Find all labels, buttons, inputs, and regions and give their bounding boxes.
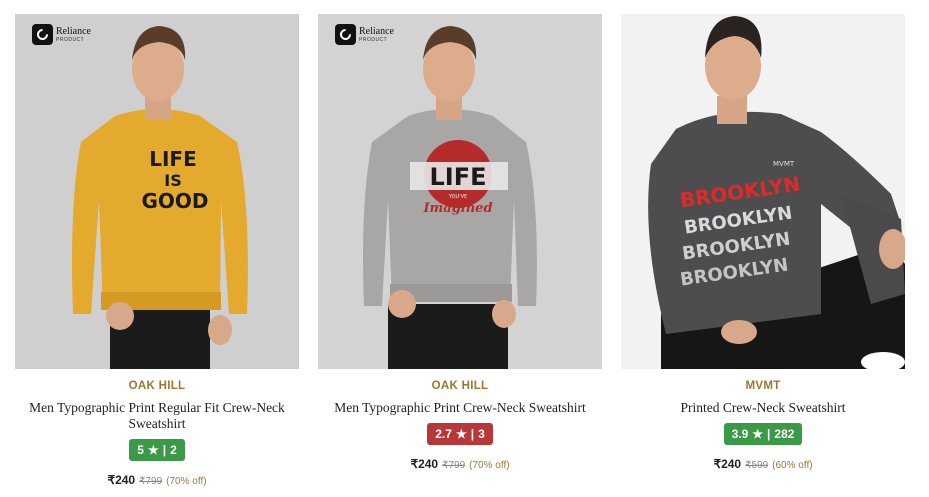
sale-price: ₹240 — [107, 473, 136, 487]
product-photo: MVMT BROOKLYN BROOKLYN BROOKLYN BROOKLYN — [621, 14, 905, 369]
price-row: ₹240 ₹799 (70% off) — [410, 457, 509, 471]
product-image[interactable]: LIFE IS GOOD Reliance PRODUCT — [15, 14, 299, 369]
review-count: 2 — [170, 443, 177, 457]
review-count: 282 — [774, 427, 795, 441]
svg-text:YOU'VE: YOU'VE — [448, 194, 467, 200]
svg-text:GOOD: GOOD — [141, 189, 208, 213]
discount-label: (70% off) — [469, 460, 510, 471]
badge-title: Reliance — [56, 25, 91, 37]
rating-separator: | — [162, 443, 167, 457]
product-grid: LIFE IS GOOD Reliance PRODUCT OAK HILL M… — [15, 14, 905, 487]
rating-value: 5 — [137, 443, 144, 457]
price-row: ₹240 ₹599 (60% off) — [713, 457, 812, 471]
product-brand[interactable]: OAK HILL — [129, 380, 186, 392]
reliance-logo-icon — [32, 24, 53, 45]
product-name[interactable]: Printed Crew-Neck Sweatshirt — [623, 400, 903, 416]
product-photo: LIVE THE LIFE YOU'VE Imagined — [318, 14, 602, 369]
discount-label: (60% off) — [772, 460, 813, 471]
reliance-badge: Reliance PRODUCT — [335, 24, 394, 45]
product-image[interactable]: MVMT BROOKLYN BROOKLYN BROOKLYN BROOKLYN — [621, 14, 905, 369]
star-icon: ★ — [752, 427, 764, 441]
rating-value: 3.9 — [731, 427, 749, 441]
sale-price: ₹240 — [410, 457, 439, 471]
product-card[interactable]: LIFE IS GOOD Reliance PRODUCT OAK HILL M… — [15, 14, 299, 487]
reliance-logo-icon — [335, 24, 356, 45]
product-brand[interactable]: OAK HILL — [432, 380, 489, 392]
original-price: ₹799 — [442, 460, 466, 471]
product-card[interactable]: MVMT BROOKLYN BROOKLYN BROOKLYN BROOKLYN… — [621, 14, 905, 487]
badge-title: Reliance — [359, 25, 394, 37]
rating-value: 2.7 — [435, 427, 452, 441]
svg-text:LIFE: LIFE — [149, 147, 197, 171]
rating-badge[interactable]: 5 ★ | 2 — [129, 439, 185, 461]
badge-subtitle: PRODUCT — [56, 36, 85, 43]
sale-price: ₹240 — [713, 457, 742, 471]
original-price: ₹599 — [745, 460, 769, 471]
star-icon: ★ — [455, 427, 467, 441]
badge-subtitle: PRODUCT — [359, 36, 388, 43]
original-price: ₹799 — [139, 476, 163, 487]
product-photo: LIFE IS GOOD — [15, 14, 299, 369]
discount-label: (70% off) — [166, 476, 207, 487]
svg-text:MVMT: MVMT — [773, 160, 795, 168]
product-image[interactable]: LIVE THE LIFE YOU'VE Imagined Reliance P… — [318, 14, 602, 369]
review-count: 3 — [478, 427, 485, 441]
product-name[interactable]: Men Typographic Print Crew-Neck Sweatshi… — [320, 400, 600, 416]
product-name[interactable]: Men Typographic Print Regular Fit Crew-N… — [17, 400, 297, 432]
rating-separator: | — [767, 427, 771, 441]
rating-badge[interactable]: 3.9 ★ | 282 — [723, 423, 803, 445]
product-card[interactable]: LIVE THE LIFE YOU'VE Imagined Reliance P… — [318, 14, 602, 487]
price-row: ₹240 ₹799 (70% off) — [107, 473, 206, 487]
reliance-badge: Reliance PRODUCT — [32, 24, 91, 45]
svg-text:IS: IS — [164, 171, 181, 190]
svg-text:LIFE: LIFE — [429, 163, 486, 191]
rating-separator: | — [470, 427, 475, 441]
star-icon: ★ — [147, 443, 159, 457]
product-brand[interactable]: MVMT — [745, 380, 780, 392]
svg-text:Imagined: Imagined — [422, 201, 492, 216]
rating-badge[interactable]: 2.7 ★ | 3 — [427, 423, 493, 445]
